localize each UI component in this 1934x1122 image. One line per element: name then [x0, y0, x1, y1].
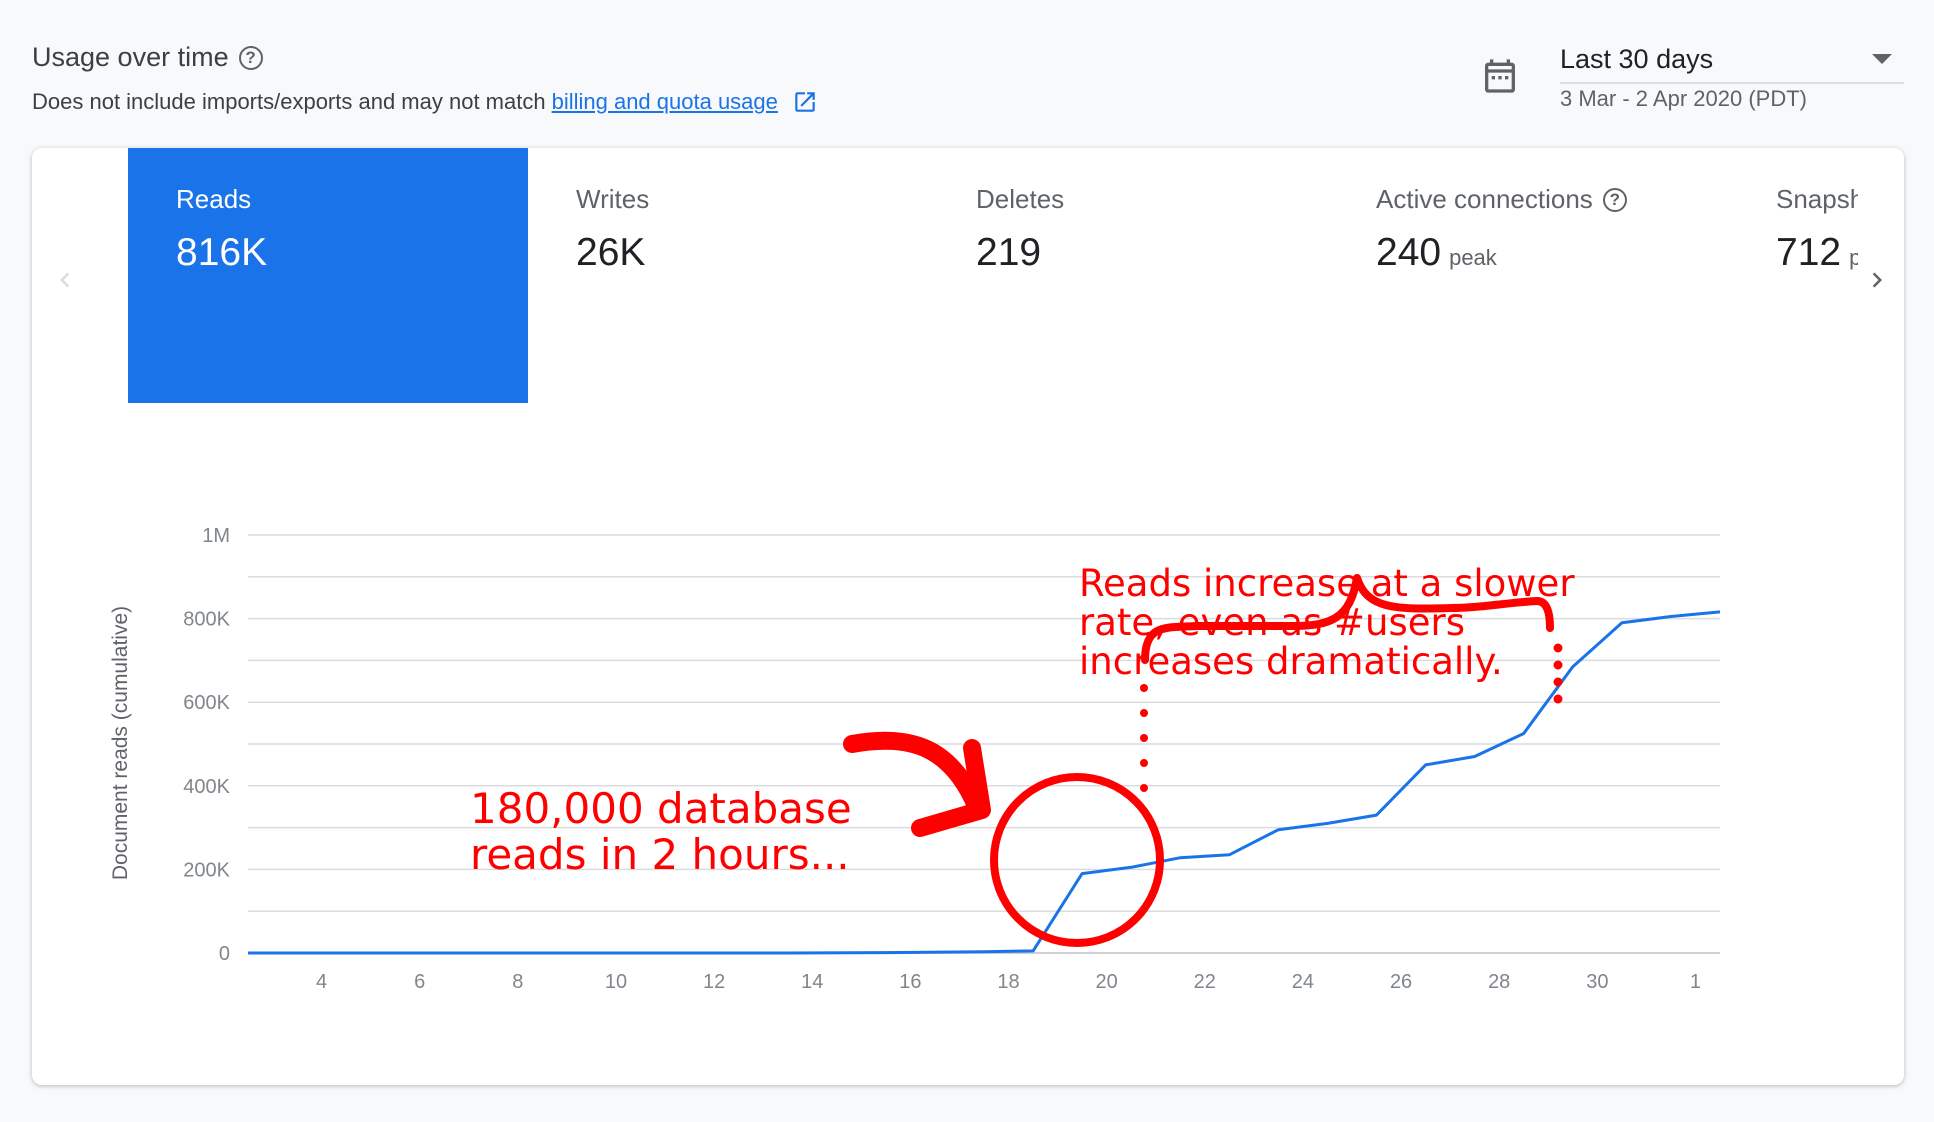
x-tick-label: 10 [605, 971, 627, 993]
x-tick-label: 4 [316, 971, 327, 993]
y-tick-label: 600K [183, 692, 230, 714]
y-tick-label: 400K [183, 776, 230, 798]
page-title: Usage over time [32, 42, 229, 72]
x-tick-label: 12 [703, 971, 725, 993]
usage-title-row: Usage over time ? [32, 42, 818, 73]
x-tick-label: 14 [801, 971, 823, 993]
dropdown-caret-icon[interactable] [1872, 54, 1892, 64]
usage-subtitle: Does not include imports/exports and may… [32, 89, 818, 115]
billing-quota-link[interactable]: billing and quota usage [552, 89, 778, 115]
y-tick-label: 200K [183, 859, 230, 881]
date-range-label: Last 30 days [1560, 44, 1714, 74]
y-tick-label: 0 [219, 943, 230, 965]
date-range-text: 3 Mar - 2 Apr 2020 (PDT) [1560, 86, 1807, 111]
x-tick-label: 22 [1194, 971, 1216, 993]
calendar-icon [1485, 59, 1515, 93]
x-tick-label: 6 [414, 971, 425, 993]
annotation-slower-rate: Reads increase at a slower rate, even as… [1079, 562, 1575, 683]
usage-header: Usage over time ? Does not include impor… [32, 42, 818, 115]
reads-chart: 0 200K 400K 600K 800K 1M 4 6 8 10 12 14 16 18 20 22 24 2… [109, 525, 1721, 993]
external-link-icon[interactable] [792, 89, 818, 115]
date-range-select[interactable]: Last 30 days [1560, 40, 1904, 84]
x-tick-label: 26 [1390, 971, 1412, 993]
y-axis-title: Document reads (cumulative) [109, 606, 132, 880]
y-tick-label: 1M [202, 525, 230, 547]
x-tick-label: 20 [1096, 971, 1118, 993]
x-axis-labels: 4 6 8 10 12 14 16 18 20 22 24 26 28 30 1 [316, 971, 1701, 993]
x-tick-label: 16 [899, 971, 921, 993]
annotation-circle [990, 773, 1164, 947]
y-tick-label: 800K [183, 609, 230, 631]
x-tick-label: 1 [1690, 971, 1701, 993]
annotation-arrow [843, 731, 986, 817]
x-tick-label: 8 [512, 971, 523, 993]
usage-card: Reads 816K Writes 26K Deletes 219 Active… [32, 148, 1904, 1085]
help-icon[interactable]: ? [238, 45, 263, 70]
y-axis-labels: 0 200K 400K 600K 800K 1M [183, 525, 230, 965]
x-tick-label: 28 [1488, 971, 1510, 993]
x-tick-label: 30 [1586, 971, 1608, 993]
x-tick-label: 18 [997, 971, 1019, 993]
x-tick-label: 24 [1292, 971, 1314, 993]
annotation-spike: 180,000 database reads in 2 hours... [470, 784, 852, 879]
subtitle-text: Does not include imports/exports and may… [32, 89, 546, 114]
